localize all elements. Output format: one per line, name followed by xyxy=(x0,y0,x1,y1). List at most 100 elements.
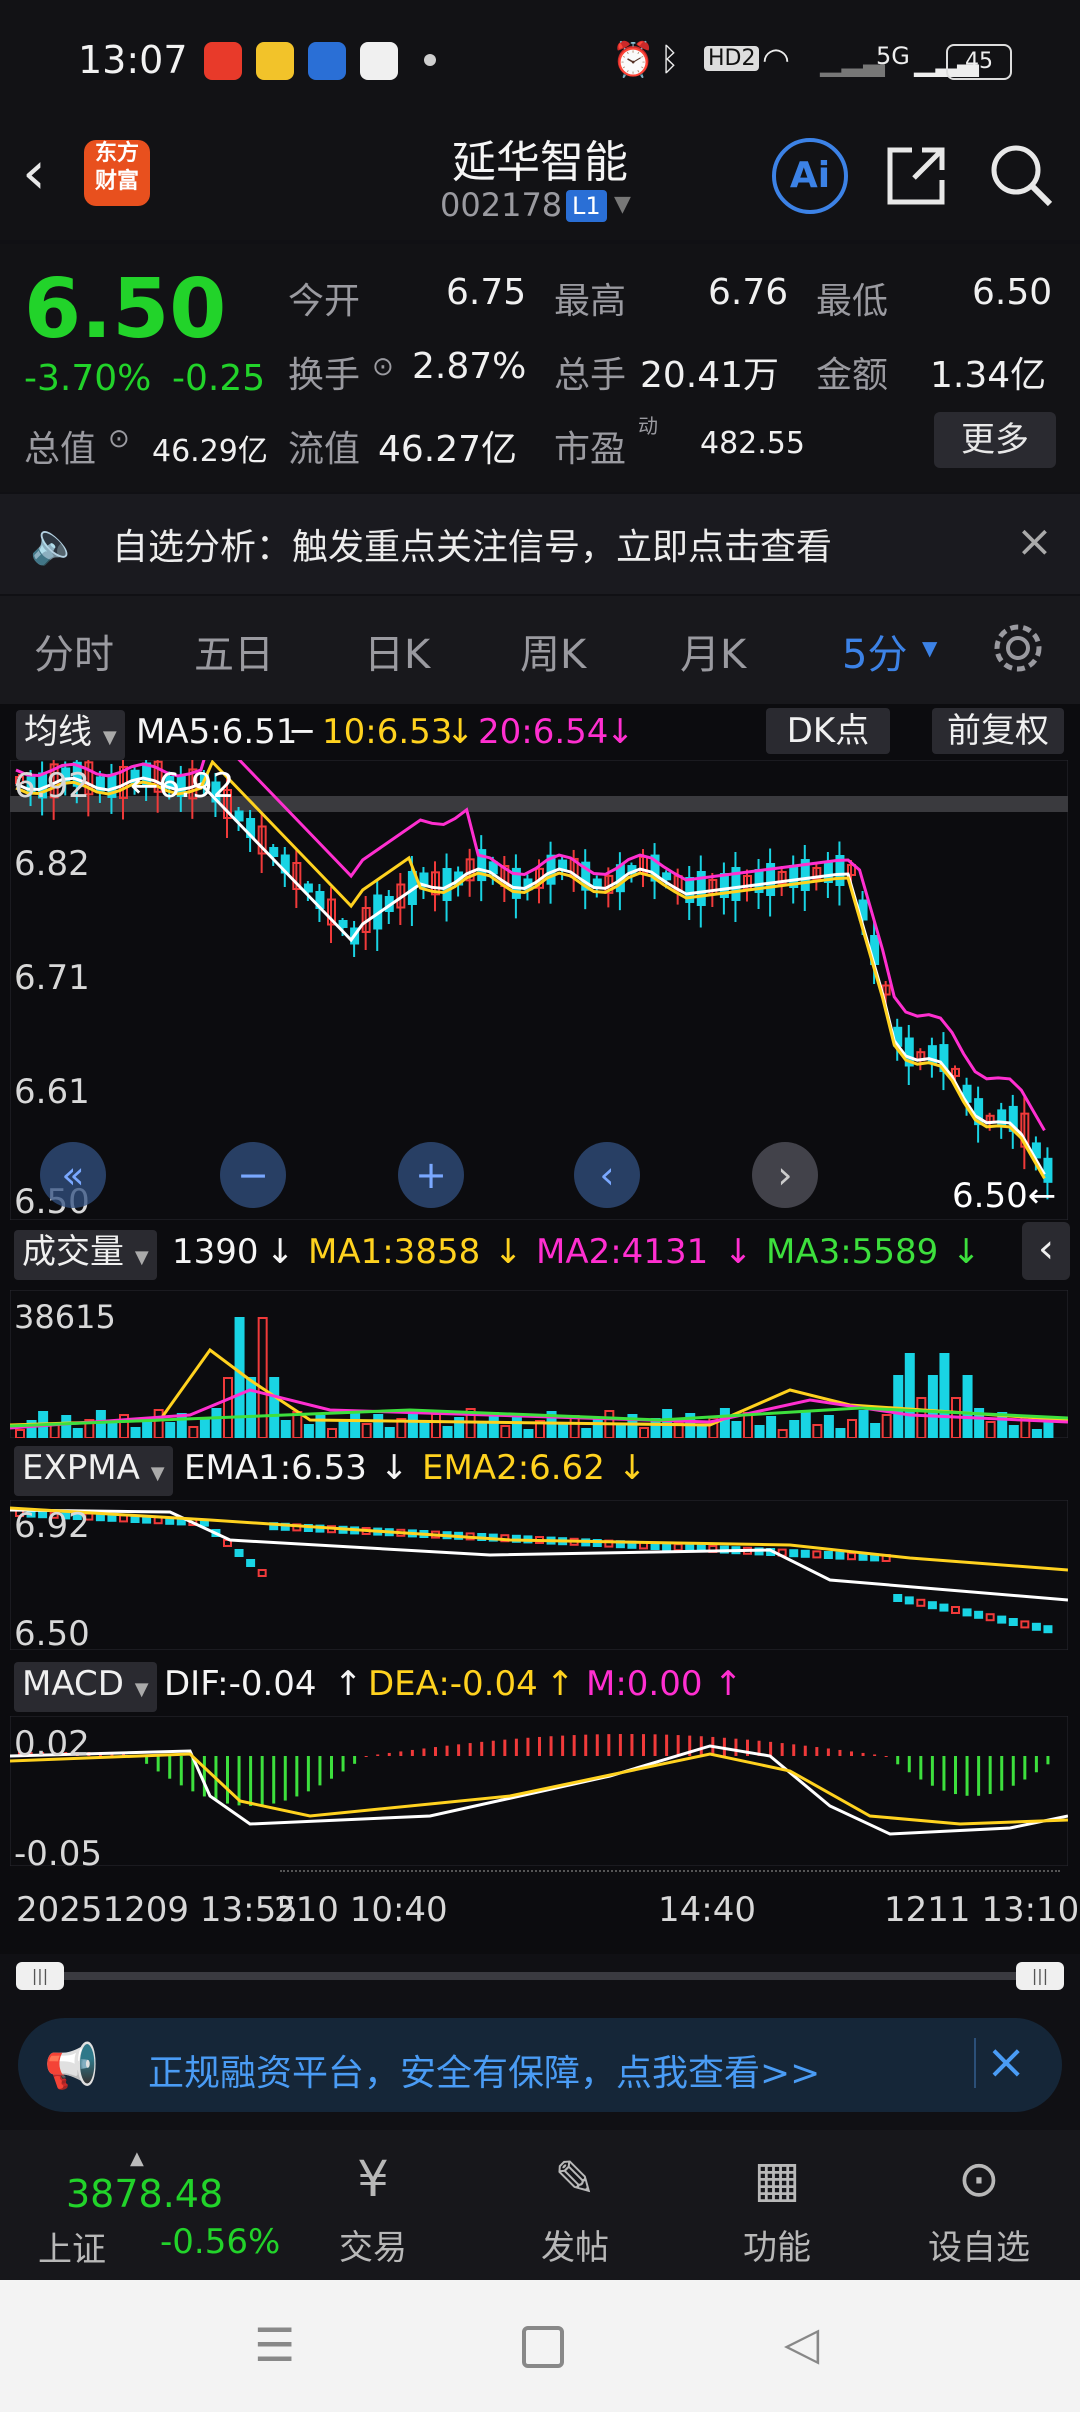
home-icon[interactable] xyxy=(522,2326,564,2368)
float-cap-label: 流值 xyxy=(288,429,361,470)
menu-icon[interactable]: ☰ xyxy=(254,2318,295,2372)
travel-app-icon xyxy=(308,42,346,80)
macd-bar xyxy=(665,1734,669,1756)
collapse-panel-icon[interactable]: ‹ xyxy=(1022,1222,1070,1280)
ai-assistant-icon[interactable]: Ai xyxy=(772,138,848,214)
tab-weekly-k[interactable]: 周K xyxy=(520,622,586,680)
volume-bar xyxy=(361,1423,372,1438)
level-badge[interactable]: L1 xyxy=(566,190,607,222)
back-nav-icon[interactable]: ◁ xyxy=(784,2316,819,2370)
range-slider-left-handle[interactable]: ||| xyxy=(16,1962,64,1990)
macd-bar xyxy=(977,1756,981,1796)
nav-watchlist-label: 设自选 xyxy=(928,2228,1030,2268)
time-axis-label: 1211 13:10 xyxy=(884,1890,1080,1930)
chart-frame xyxy=(10,760,1068,1220)
info-icon[interactable]: ⊙ xyxy=(372,352,394,382)
range-slider-right-handle[interactable]: ||| xyxy=(1016,1962,1064,1990)
chevron-down-icon[interactable]: ▼ xyxy=(614,192,631,217)
open-value: 6.75 xyxy=(446,272,527,313)
arrow-down-icon: ↓ xyxy=(952,1232,981,1272)
tab-timeshare[interactable]: 分时 xyxy=(34,622,114,680)
volume-bar xyxy=(870,1423,881,1438)
dk-point-button[interactable]: DK点 xyxy=(766,708,890,754)
search-icon[interactable] xyxy=(986,140,1056,210)
macd-selector[interactable]: MACD ▼ xyxy=(14,1662,157,1712)
ma-selector-label: 均线 xyxy=(24,712,92,752)
expma-selector[interactable]: EXPMA ▼ xyxy=(14,1446,173,1496)
price-adjust-button[interactable]: 前复权 xyxy=(932,708,1064,754)
expma-candle xyxy=(962,1608,972,1617)
macd-bar xyxy=(514,1738,518,1756)
macd-bar xyxy=(850,1751,853,1756)
zoom-in-icon[interactable]: + xyxy=(398,1142,464,1208)
macd-bar xyxy=(595,1734,599,1756)
macd-bar xyxy=(861,1752,865,1756)
volume-bar xyxy=(280,1420,291,1438)
macd-chart[interactable] xyxy=(10,1716,1068,1866)
index-value[interactable]: 3878.48 xyxy=(66,2172,223,2216)
nav-trade[interactable]: ¥ 交易 xyxy=(308,2150,438,2269)
chevron-down-icon[interactable]: ▼ xyxy=(922,636,937,660)
volume-bar xyxy=(107,1423,118,1438)
tab-5min[interactable]: 5分 xyxy=(842,622,907,680)
macd-bar xyxy=(907,1756,911,1773)
expma-candle xyxy=(662,1542,672,1551)
scroll-left-fast-icon[interactable]: « xyxy=(40,1142,106,1208)
index-change[interactable]: -0.56% xyxy=(160,2222,280,2262)
ma-selector[interactable]: 均线 ▼ xyxy=(16,710,125,760)
tab-monthly-k[interactable]: 月K xyxy=(680,622,746,680)
arrow-down-icon: ↓ xyxy=(618,1448,647,1488)
macd-bar xyxy=(965,1756,969,1796)
gear-icon[interactable] xyxy=(990,620,1046,676)
nav-post[interactable]: ✎ 发帖 xyxy=(510,2150,640,2269)
volume-bar xyxy=(881,1414,892,1438)
index-name[interactable]: 上证 xyxy=(38,2222,106,2271)
alarm-icon: ⏰ xyxy=(612,40,655,80)
macd-axis-top: 0.02 xyxy=(14,1724,90,1764)
volume-bar xyxy=(639,1427,649,1438)
ma20-line xyxy=(15,760,1046,1132)
trade-icon: ¥ xyxy=(357,2150,389,2208)
chevron-down-icon: ▼ xyxy=(134,1247,149,1268)
vol-ma3: MA3:5589 xyxy=(766,1232,939,1272)
volume-bar xyxy=(754,1425,765,1438)
macd-bar xyxy=(295,1756,299,1797)
macd-bar xyxy=(584,1734,588,1756)
scroll-left-icon[interactable]: ‹ xyxy=(574,1142,640,1208)
promo-text[interactable]: 正规融资平台，安全有保障，点我查看>> xyxy=(148,2044,820,2096)
info-icon[interactable]: ⊙ xyxy=(108,424,130,454)
expma-candle xyxy=(927,1601,937,1610)
expma-axis-top: 6.92 xyxy=(14,1506,90,1546)
scroll-right-icon[interactable]: › xyxy=(752,1142,818,1208)
bluetooth-icon: ᛒ xyxy=(660,40,680,78)
tab-five-day[interactable]: 五日 xyxy=(194,622,274,680)
notice-text[interactable]: 自选分析：触发重点关注信号，立即点击查看 xyxy=(112,518,832,570)
volume-chart[interactable] xyxy=(10,1290,1068,1438)
signal-icon-1: ▁▂▃ xyxy=(820,44,885,77)
ema2-value: EMA2:6.62 xyxy=(422,1448,605,1488)
zoom-out-icon[interactable]: − xyxy=(220,1142,286,1208)
volume-bar xyxy=(442,1426,453,1438)
share-icon[interactable] xyxy=(884,142,950,208)
volume-bar xyxy=(95,1410,106,1438)
tab-daily-k[interactable]: 日K xyxy=(364,622,430,680)
more-button[interactable]: 更多 xyxy=(934,412,1056,468)
volume-value: 20.41万 xyxy=(640,355,780,396)
volume-bar xyxy=(373,1414,384,1438)
nav-functions[interactable]: ▦ 功能 xyxy=(712,2150,842,2269)
close-icon[interactable]: × xyxy=(1016,516,1053,567)
volume-indicator-selector[interactable]: 成交量 ▼ xyxy=(14,1230,157,1280)
volume-bar xyxy=(303,1424,314,1438)
range-slider-track[interactable] xyxy=(16,1972,1064,1980)
banner-divider xyxy=(974,2038,976,2088)
volume-bar xyxy=(130,1427,141,1438)
volume-bar xyxy=(1008,1425,1019,1438)
expma-chart[interactable] xyxy=(10,1500,1068,1650)
nav-watchlist[interactable]: ⊙ 设自选 xyxy=(914,2150,1044,2269)
close-icon[interactable]: × xyxy=(986,2034,1026,2090)
kline-chart[interactable] xyxy=(10,760,1068,1220)
candle xyxy=(269,847,279,857)
volume-bar xyxy=(431,1413,441,1438)
macd-bar xyxy=(988,1756,992,1795)
change-amount: -0.25 xyxy=(172,358,266,399)
